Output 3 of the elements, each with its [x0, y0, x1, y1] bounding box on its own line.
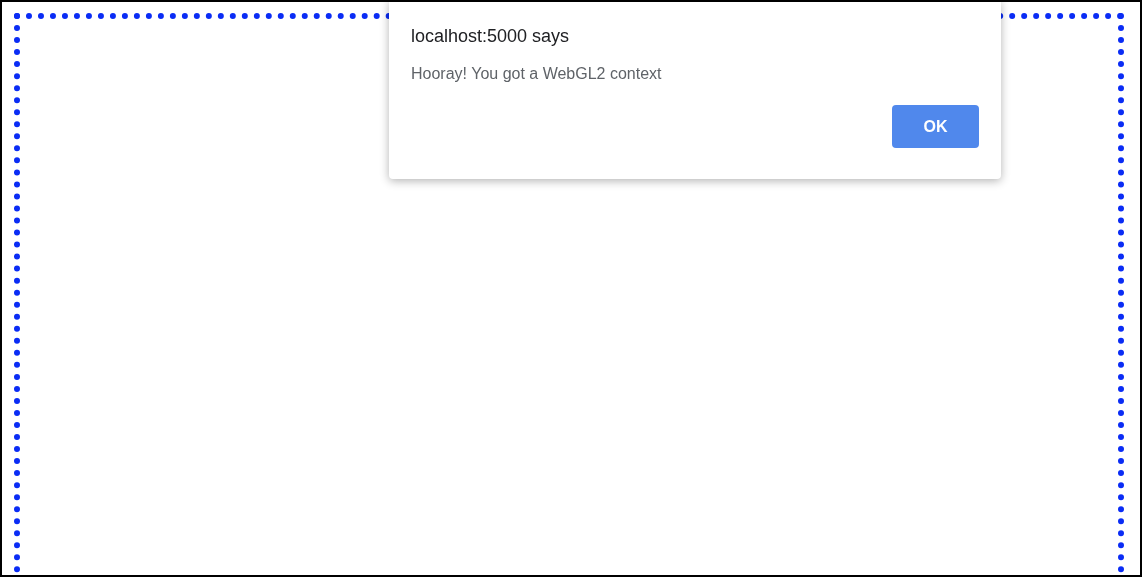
- dialog-message: Hooray! You got a WebGL2 context: [411, 65, 663, 83]
- ok-button[interactable]: OK: [892, 105, 979, 148]
- dialog-title: localhost:5000 says: [411, 26, 571, 47]
